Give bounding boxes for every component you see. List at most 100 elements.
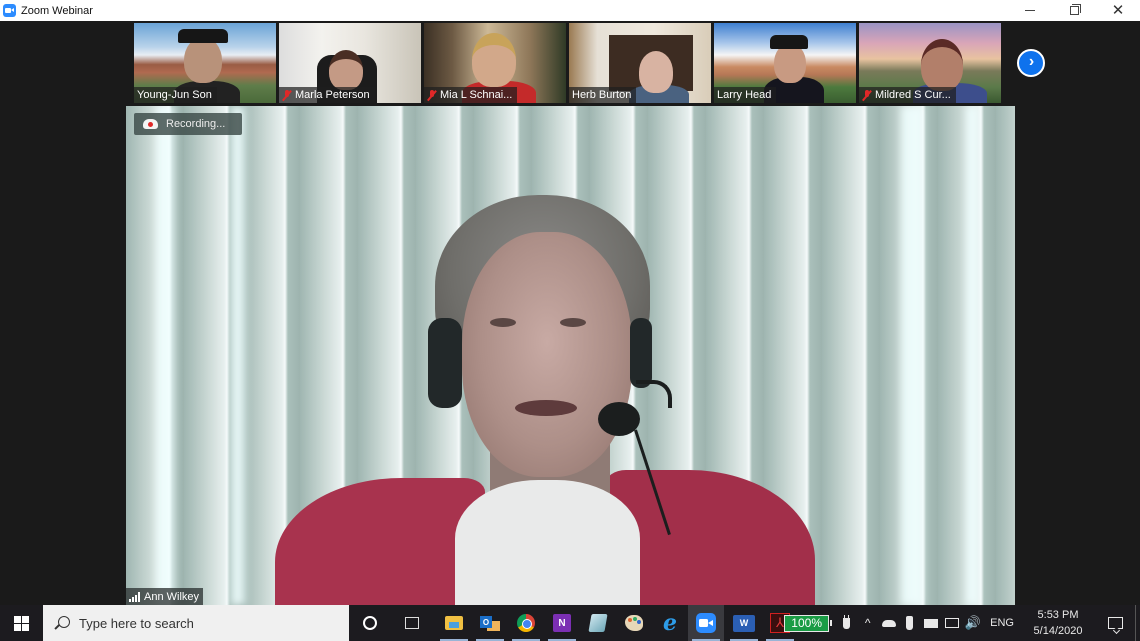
- muted-mic-icon: [427, 89, 437, 101]
- show-hidden-icons-button[interactable]: ^: [857, 605, 878, 641]
- connection-signal-icon: [129, 591, 140, 602]
- chevron-right-icon: ›: [1028, 53, 1035, 70]
- close-button[interactable]: ✕: [1096, 0, 1140, 21]
- chrome-icon: [517, 614, 535, 632]
- participant-name-tag: Larry Head: [714, 87, 777, 103]
- input-language-button[interactable]: ENG: [983, 617, 1021, 629]
- battery-icon: [923, 618, 938, 628]
- headset-earcup: [428, 318, 462, 408]
- graduation-cap: [178, 29, 228, 43]
- taskbar-internet-explorer[interactable]: e: [652, 605, 688, 641]
- participant-name-tag: Young-Jun Son: [134, 87, 217, 103]
- speaker-eye: [560, 318, 586, 327]
- usb-icon: [906, 616, 914, 630]
- headset-mic-boom: [636, 380, 672, 408]
- volume-button[interactable]: 🔊: [962, 605, 983, 641]
- participant-tile[interactable]: Mildred S Cur...: [859, 23, 1001, 103]
- zoom-icon: [696, 613, 716, 633]
- volume-icon: 🔊: [964, 615, 981, 630]
- participant-gallery: Young-Jun Son Marla Peterson Mia L Schna…: [134, 23, 1001, 103]
- title-bar: Zoom Webinar ✕: [0, 0, 1140, 21]
- participant-name: Mia L Schnai...: [440, 89, 513, 101]
- search-placeholder: Type here to search: [79, 615, 194, 631]
- window-title: Zoom Webinar: [21, 4, 93, 17]
- taskbar-onenote[interactable]: N: [544, 605, 580, 641]
- active-speaker-name: Ann Wilkey: [144, 590, 200, 603]
- taskbar-outlook[interactable]: O: [472, 605, 508, 641]
- taskbar-chrome[interactable]: [508, 605, 544, 641]
- battery-indicator[interactable]: 100%: [784, 614, 833, 632]
- clock-date: 5/14/2020: [1033, 625, 1083, 637]
- taskbar-paint[interactable]: [616, 605, 652, 641]
- close-icon: ✕: [1111, 2, 1125, 19]
- speaker-face: [462, 232, 632, 477]
- taskbar-cortana[interactable]: [352, 605, 388, 641]
- power-plug-button[interactable]: [836, 605, 857, 641]
- restore-icon: [1069, 4, 1081, 15]
- outlook-icon: O: [480, 614, 500, 632]
- clock-time: 5:53 PM: [1037, 609, 1079, 621]
- taskbar-zoom[interactable]: [688, 605, 724, 641]
- notepad-icon: [588, 614, 608, 632]
- taskbar-notepad[interactable]: [580, 605, 616, 641]
- onedrive-cloud-icon: [881, 619, 896, 627]
- graduation-cap: [770, 35, 808, 49]
- show-desktop-button[interactable]: [1135, 605, 1140, 641]
- power-plug-icon: [843, 614, 851, 629]
- minimize-button[interactable]: [1008, 0, 1052, 21]
- muted-mic-icon: [282, 89, 292, 101]
- taskbar-task-view[interactable]: [394, 605, 430, 641]
- next-page-button[interactable]: ›: [1017, 49, 1045, 77]
- participant-face: [921, 39, 963, 91]
- internet-explorer-icon: e: [663, 610, 677, 636]
- participant-name-tag: Herb Burton: [569, 87, 637, 103]
- participant-name-tag: Marla Peterson: [279, 87, 375, 103]
- onenote-icon: N: [553, 614, 571, 632]
- usb-device-button[interactable]: [899, 605, 920, 641]
- participant-tile[interactable]: Herb Burton: [569, 23, 711, 103]
- participant-name-tag: Mia L Schnai...: [424, 87, 518, 103]
- participant-name: Young-Jun Son: [137, 89, 212, 101]
- windows-logo-icon: [14, 615, 29, 631]
- participant-tile[interactable]: Marla Peterson: [279, 23, 421, 103]
- action-center-button[interactable]: [1095, 605, 1135, 641]
- participant-face: [639, 51, 673, 93]
- cloud-recording-icon: [143, 119, 158, 129]
- participant-tile[interactable]: Larry Head: [714, 23, 856, 103]
- participant-tile[interactable]: Young-Jun Son: [134, 23, 276, 103]
- recording-label: Recording...: [166, 118, 226, 130]
- speaker-shirt: [455, 480, 640, 605]
- taskbar-file-explorer[interactable]: [436, 605, 472, 641]
- speaker-figure: [126, 106, 1015, 605]
- active-speaker-name-tag: Ann Wilkey: [126, 588, 204, 605]
- task-view-icon: [405, 617, 419, 629]
- start-button[interactable]: [0, 605, 43, 641]
- paint-icon: [625, 615, 643, 631]
- headset-earcup: [630, 318, 652, 388]
- participant-tile[interactable]: Mia L Schnai...: [424, 23, 566, 103]
- recording-indicator[interactable]: Recording...: [134, 113, 242, 135]
- muted-mic-icon: [862, 89, 872, 101]
- search-icon: [58, 615, 70, 628]
- participant-name: Mildred S Cur...: [875, 89, 951, 101]
- zoom-app-icon: [3, 4, 16, 17]
- taskbar-search-input[interactable]: Type here to search: [43, 605, 349, 641]
- taskbar-word[interactable]: W: [726, 605, 762, 641]
- battery-tray-button[interactable]: [920, 605, 941, 641]
- participant-name-tag: Mildred S Cur...: [859, 87, 956, 103]
- notification-icon: [1107, 617, 1123, 629]
- onedrive-button[interactable]: [878, 605, 899, 641]
- participant-face: [472, 33, 516, 87]
- clock-button[interactable]: 5:53 PM 5/14/2020: [1021, 607, 1095, 639]
- system-tray: 100% ^ 🔊 ENG 5:53 PM 5/14/2020: [784, 605, 1140, 641]
- participant-face: [184, 37, 222, 83]
- participant-name: Marla Peterson: [295, 89, 370, 101]
- participant-name: Herb Burton: [572, 89, 632, 101]
- network-button[interactable]: [941, 605, 962, 641]
- chevron-up-icon: ^: [864, 616, 871, 630]
- network-icon: [944, 618, 959, 628]
- cortana-icon: [363, 616, 377, 630]
- participant-name: Larry Head: [717, 89, 772, 101]
- speaker-jacket: [275, 478, 485, 605]
- restore-button[interactable]: [1052, 0, 1096, 21]
